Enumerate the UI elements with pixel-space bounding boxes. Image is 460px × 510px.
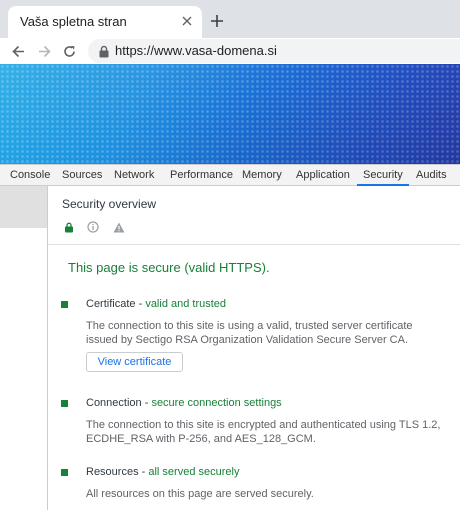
url-text: https://www.vasa-domena.si [115, 43, 277, 58]
tab-network[interactable]: Network [114, 169, 154, 181]
resources-heading: Resources - all served securely [86, 466, 240, 478]
security-panel: Security overview This page is secure (v… [48, 186, 460, 510]
tab-performance[interactable]: Performance [170, 169, 233, 181]
connection-heading: Connection - secure connection settings [86, 397, 282, 409]
tab-application[interactable]: Application [296, 169, 350, 181]
tab-title: Vaša spletna stran [20, 14, 127, 29]
security-sidebar [0, 186, 48, 510]
certificate-heading: Certificate - valid and trusted [86, 298, 227, 310]
browser-tab-strip: Vaša spletna stran [0, 0, 460, 38]
arrow-left-icon[interactable] [8, 41, 28, 61]
tab-audits[interactable]: Audits [416, 169, 447, 181]
address-bar[interactable]: https://www.vasa-domena.si [88, 39, 460, 63]
divider [48, 244, 460, 245]
resources-status: all served securely [148, 466, 240, 478]
certificate-status: valid and trusted [145, 298, 227, 310]
security-summary: This page is secure (valid HTTPS). [68, 260, 270, 275]
connection-status: secure connection settings [151, 397, 282, 409]
certificate-label: Certificate [86, 298, 136, 310]
overview-title: Security overview [62, 197, 157, 211]
connection-description: The connection to this site is encrypted… [86, 419, 441, 445]
page-viewport [0, 64, 460, 164]
secure-status-marker [61, 400, 68, 407]
tab-console[interactable]: Console [10, 169, 50, 181]
tab-sources[interactable]: Sources [62, 169, 102, 181]
certificate-description: The connection to this site is using a v… [86, 320, 413, 346]
connection-label: Connection [86, 397, 142, 409]
warning-icon [112, 220, 126, 234]
info-icon [86, 220, 100, 234]
tab-memory[interactable]: Memory [242, 169, 282, 181]
lock-icon[interactable] [98, 45, 110, 58]
sidebar-item-overview[interactable] [0, 186, 47, 228]
arrow-right-icon[interactable] [34, 41, 54, 61]
plus-icon[interactable] [208, 12, 226, 30]
close-icon[interactable] [178, 12, 196, 30]
browser-toolbar: https://www.vasa-domena.si [0, 38, 460, 64]
secure-status-marker [61, 469, 68, 476]
devtools-tab-bar: Console Sources Network Performance Memo… [0, 164, 460, 186]
lock-icon [62, 220, 76, 234]
reload-icon[interactable] [59, 41, 79, 61]
secure-status-marker [61, 301, 68, 308]
resources-description: All resources on this page are served se… [86, 488, 314, 500]
view-certificate-button[interactable]: View certificate [86, 352, 183, 372]
browser-tab[interactable]: Vaša spletna stran [8, 6, 202, 38]
tab-security[interactable]: Security [357, 169, 409, 186]
resources-label: Resources [86, 466, 139, 478]
